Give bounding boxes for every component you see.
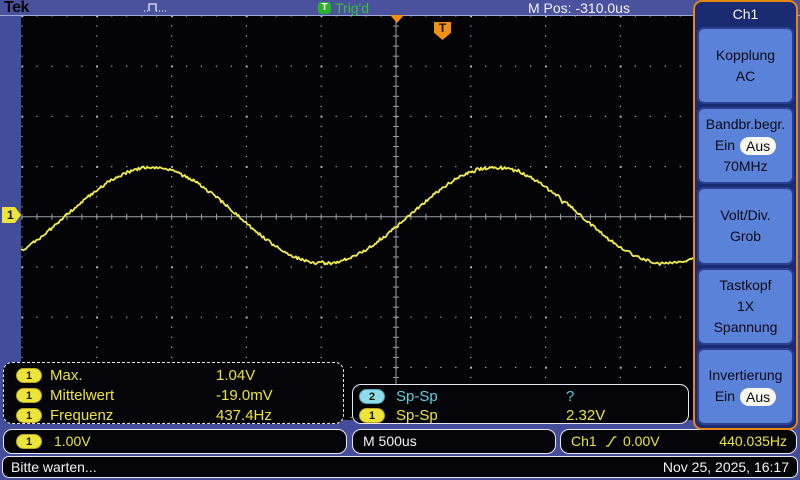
measurement-label: Frequenz bbox=[50, 407, 113, 425]
measurement-row: 1 Mittelwert -19.0mV bbox=[4, 386, 343, 406]
softkey-label: Volt/Div. bbox=[720, 205, 770, 226]
measurement-value: 437.4Hz bbox=[216, 407, 272, 425]
status-message-bar: Bitte warten... Nov 25, 2025, 16:17 bbox=[2, 456, 798, 478]
trigger-level-value: 0.00V bbox=[623, 430, 660, 453]
softkey-voltdiv[interactable]: Volt/Div. Grob bbox=[697, 187, 794, 264]
softkey-kopplung[interactable]: Kopplung AC bbox=[697, 27, 794, 104]
rising-edge-icon bbox=[605, 435, 618, 448]
measurement-value: -19.0mV bbox=[216, 387, 273, 405]
measurement-box-peak-to-peak: 2 Sp-Sp ? 1 Sp-Sp 2.32V bbox=[352, 384, 689, 424]
acquisition-pulse-icon bbox=[144, 1, 167, 13]
softkey-value: 70MHz bbox=[723, 156, 767, 177]
measurement-label: Sp-Sp bbox=[396, 388, 438, 406]
channel1-badge: 1 bbox=[16, 408, 42, 423]
waveform-trace-ch1 bbox=[21, 166, 695, 265]
graticule bbox=[21, 15, 695, 420]
channel2-badge: 2 bbox=[359, 389, 385, 404]
softkey-toggle: Ein Aus bbox=[715, 135, 776, 156]
channel1-ground-marker: 1 bbox=[2, 207, 21, 223]
trigger-source: Ch1 bbox=[571, 430, 597, 453]
status-message: Bitte warten... bbox=[11, 456, 97, 479]
toggle-option-ein: Ein bbox=[715, 386, 735, 407]
trigger-status-icon: T bbox=[318, 2, 331, 14]
horizontal-position-readout: M Pos: -310.0us bbox=[528, 0, 630, 16]
measurement-value: 2.32V bbox=[566, 407, 605, 425]
measurement-value: 1.04V bbox=[216, 367, 255, 385]
side-menu-panel: Ch1 Kopplung AC Bandbr.begr. Ein Aus 70M… bbox=[693, 0, 798, 430]
trigger-frequency-value: 440.035Hz bbox=[719, 430, 787, 453]
channel1-scale-readout: 1 1.00V bbox=[3, 429, 347, 454]
softkey-label: Invertierung bbox=[709, 365, 783, 386]
channel1-badge: 1 bbox=[16, 388, 42, 403]
measurement-label: Max. bbox=[50, 367, 83, 385]
measurement-row: 2 Sp-Sp ? bbox=[353, 387, 688, 407]
softkey-label: Kopplung bbox=[716, 45, 775, 66]
tek-logo: Tek bbox=[4, 0, 29, 17]
timebase-value: M 500us bbox=[363, 430, 417, 453]
softkey-invertierung[interactable]: Invertierung Ein Aus bbox=[697, 348, 794, 425]
softkey-value: Grob bbox=[730, 226, 761, 247]
channel1-badge: 1 bbox=[16, 368, 42, 383]
channel1-badge: 1 bbox=[16, 434, 42, 449]
measurement-label: Mittelwert bbox=[50, 387, 114, 405]
oscilloscope-screen: Tek T Trig'd M Pos: -310.0us 1 T 1 Max. … bbox=[0, 0, 800, 480]
measurement-value: ? bbox=[566, 388, 574, 406]
trigger-position-arrow-icon bbox=[390, 15, 404, 23]
trigger-readout: Ch1 0.00V 440.035Hz bbox=[560, 429, 797, 454]
datetime-display: Nov 25, 2025, 16:17 bbox=[663, 457, 789, 477]
softkey-value: 1X bbox=[737, 296, 754, 317]
top-status-bar: Tek T Trig'd M Pos: -310.0us bbox=[0, 0, 800, 16]
measurement-box-ch1: 1 Max. 1.04V 1 Mittelwert -19.0mV 1 Freq… bbox=[3, 362, 344, 424]
measurement-label: Sp-Sp bbox=[396, 407, 438, 425]
softkey-toggle: Ein Aus bbox=[715, 386, 776, 407]
softkey-value: AC bbox=[736, 66, 755, 87]
toggle-option-aus-selected: Aus bbox=[740, 388, 776, 406]
menu-title: Ch1 bbox=[697, 4, 794, 24]
toggle-option-aus-selected: Aus bbox=[740, 137, 776, 155]
volts-per-div-value: 1.00V bbox=[54, 430, 91, 453]
channel1-badge: 1 bbox=[359, 408, 385, 423]
toggle-option-ein: Ein bbox=[715, 135, 735, 156]
measurement-row: 1 Frequenz 437.4Hz bbox=[4, 406, 343, 426]
softkey-tastkopf[interactable]: Tastkopf 1X Spannung bbox=[697, 268, 794, 345]
trigger-status-text: Trig'd bbox=[335, 0, 369, 16]
softkey-label: Tastkopf bbox=[719, 275, 771, 296]
timebase-readout: M 500us bbox=[352, 429, 556, 454]
measurement-row: 1 Max. 1.04V bbox=[4, 366, 343, 386]
measurement-row: 1 Sp-Sp 2.32V bbox=[353, 406, 688, 426]
softkey-value: Spannung bbox=[714, 317, 778, 338]
softkey-label: Bandbr.begr. bbox=[706, 114, 785, 135]
softkey-bandbreite[interactable]: Bandbr.begr. Ein Aus 70MHz bbox=[697, 107, 794, 184]
